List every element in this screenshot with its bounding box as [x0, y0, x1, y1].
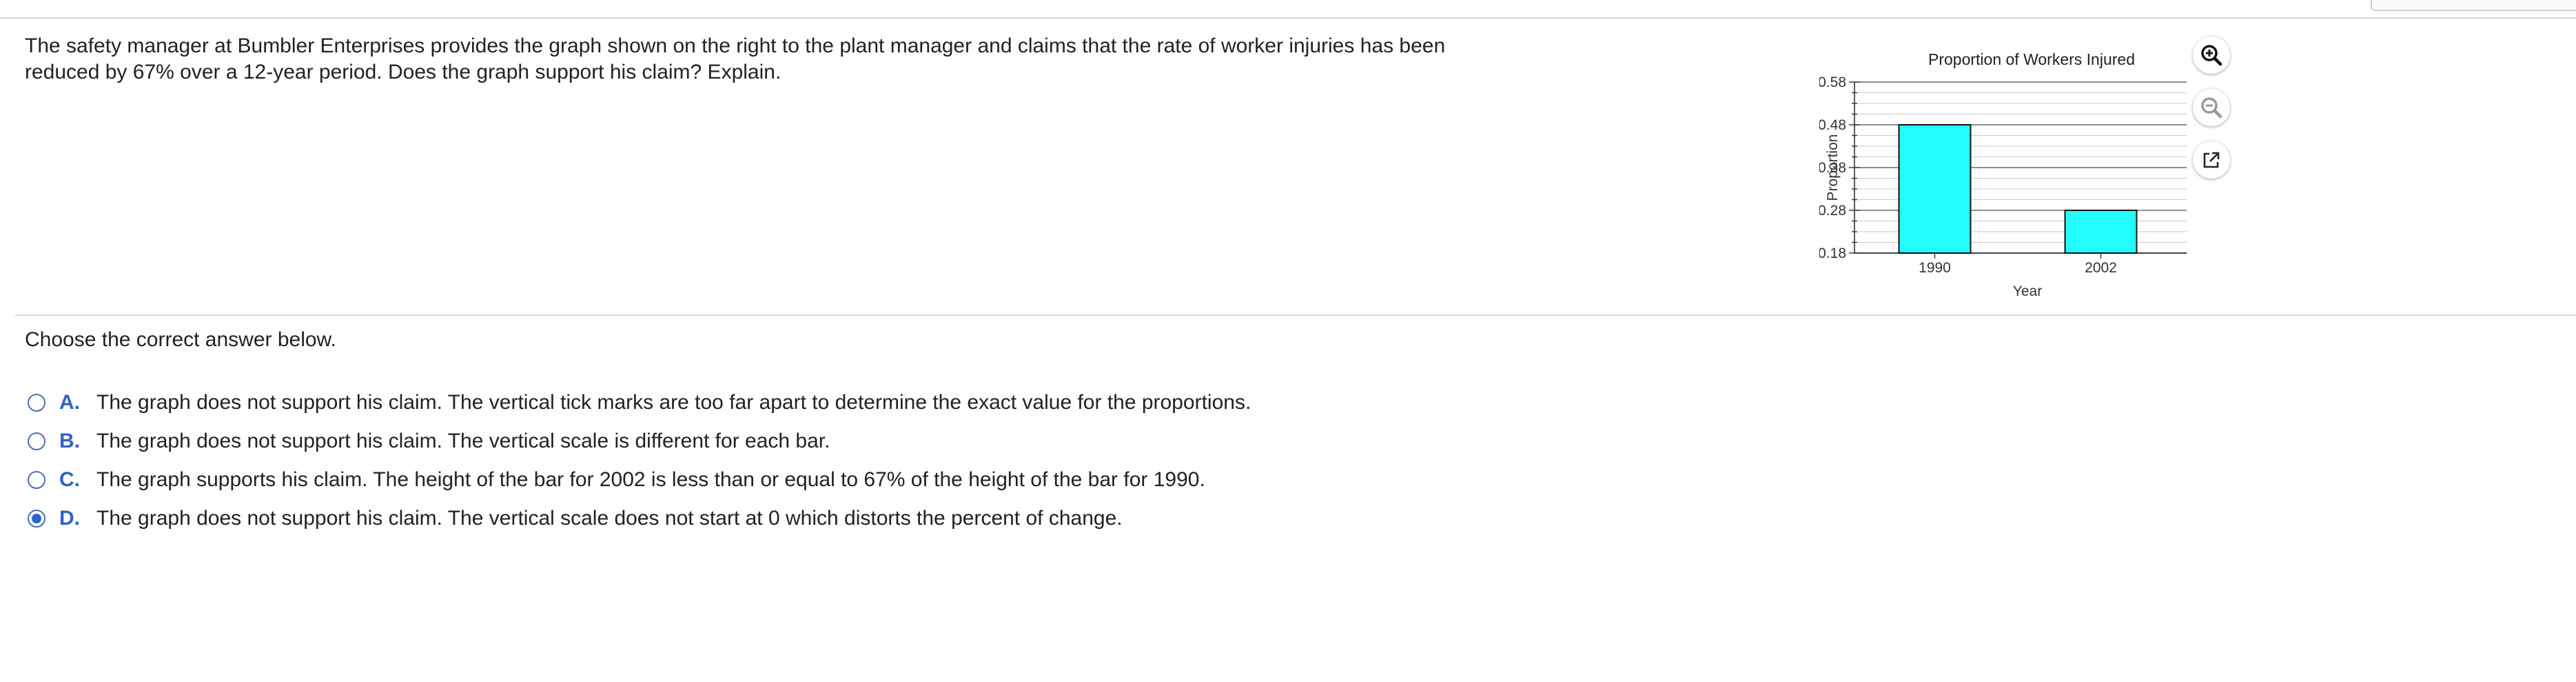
y-tick-label: 0.18: [1819, 245, 1846, 261]
y-tick-label: 0.48: [1819, 117, 1846, 133]
option-a-text: The graph does not support his claim. Th…: [96, 391, 1251, 414]
zoom-in-button[interactable]: [2193, 37, 2230, 74]
option-b-letter: B.: [59, 430, 80, 452]
option-c-text: The graph supports his claim. The height…: [96, 468, 1205, 491]
zoom-out-button[interactable]: [2193, 89, 2230, 126]
option-d-text: The graph does not support his claim. Th…: [96, 507, 1123, 530]
chart-title: Proportion of Workers Injured: [1928, 50, 2135, 68]
question-text: The safety manager at Bumbler Enterprise…: [25, 34, 1446, 83]
bar-2002: [2064, 210, 2138, 254]
option-a-letter: A.: [59, 391, 80, 414]
x-tick-label: 2002: [2085, 260, 2117, 276]
option-d-radio[interactable]: [28, 510, 45, 528]
x-tick-label: 1990: [1919, 260, 1951, 276]
zoom-out-icon: [2201, 97, 2222, 119]
y-tick-label: 0.58: [1819, 74, 1846, 90]
option-a[interactable]: A. The graph does not support his claim.…: [25, 383, 1679, 422]
y-axis-label: Proportion: [1825, 134, 1841, 201]
answer-prompt: Choose the correct answer below.: [25, 328, 336, 351]
option-a-radio[interactable]: [28, 394, 45, 412]
top-divider: [0, 17, 2576, 19]
option-d-letter: D.: [59, 507, 80, 530]
y-tick-label: 0.28: [1819, 203, 1846, 219]
answer-options: A. The graph does not support his claim.…: [25, 383, 1679, 538]
option-c-radio[interactable]: [28, 471, 45, 489]
option-b-radio[interactable]: [28, 432, 45, 450]
open-new-window-button[interactable]: [2193, 141, 2230, 179]
option-c[interactable]: C. The graph supports his claim. The hei…: [25, 461, 1679, 499]
bar-chart: Proportion of Workers Injured 0.58 0.48 0.3…: [1818, 39, 2205, 308]
chart-svg: Proportion of Workers Injured0.580.480.3…: [1818, 50, 2187, 299]
option-b-text: The graph does not support his claim. Th…: [96, 430, 830, 452]
option-b[interactable]: B. The graph does not support his claim.…: [25, 422, 1679, 461]
header-tab: [2371, 0, 2576, 11]
x-axis-label: Year: [2013, 283, 2042, 299]
zoom-in-icon: [2201, 45, 2222, 66]
section-divider: [15, 314, 2576, 316]
option-d[interactable]: D. The graph does not support his claim.…: [25, 499, 1679, 538]
option-d-dot: [32, 514, 41, 523]
option-c-letter: C.: [59, 468, 80, 491]
open-new-window-icon: [2203, 152, 2220, 168]
bar-1990: [1898, 124, 1972, 254]
